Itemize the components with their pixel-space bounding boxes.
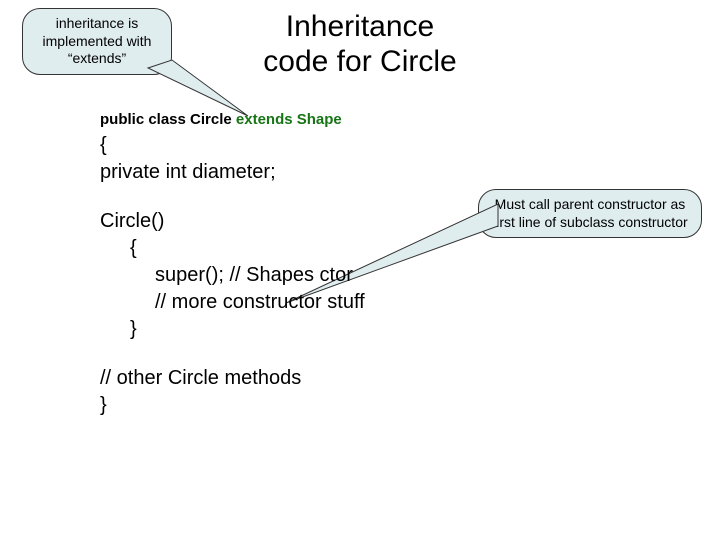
- ctor-brace-close: }: [100, 316, 600, 343]
- brace-close: }: [100, 392, 600, 419]
- brace-open: {: [100, 132, 600, 159]
- class-declaration: public class Circle extends Shape: [100, 110, 600, 130]
- field-line: private int diameter;: [100, 159, 600, 186]
- ctor-line-2: // more constructor stuff: [100, 289, 600, 316]
- other-methods: // other Circle methods: [100, 365, 600, 392]
- ctor-brace-open: {: [100, 235, 600, 262]
- decl-extends: extends Shape: [236, 111, 342, 128]
- blank-line-2: [100, 343, 600, 365]
- code-block: public class Circle extends Shape { priv…: [100, 110, 600, 419]
- ctor-head: Circle(): [100, 208, 600, 235]
- decl-prefix: public class Circle: [100, 111, 236, 128]
- blank-line: [100, 186, 600, 208]
- ctor-line-1: super(); // Shapes ctor: [100, 262, 600, 289]
